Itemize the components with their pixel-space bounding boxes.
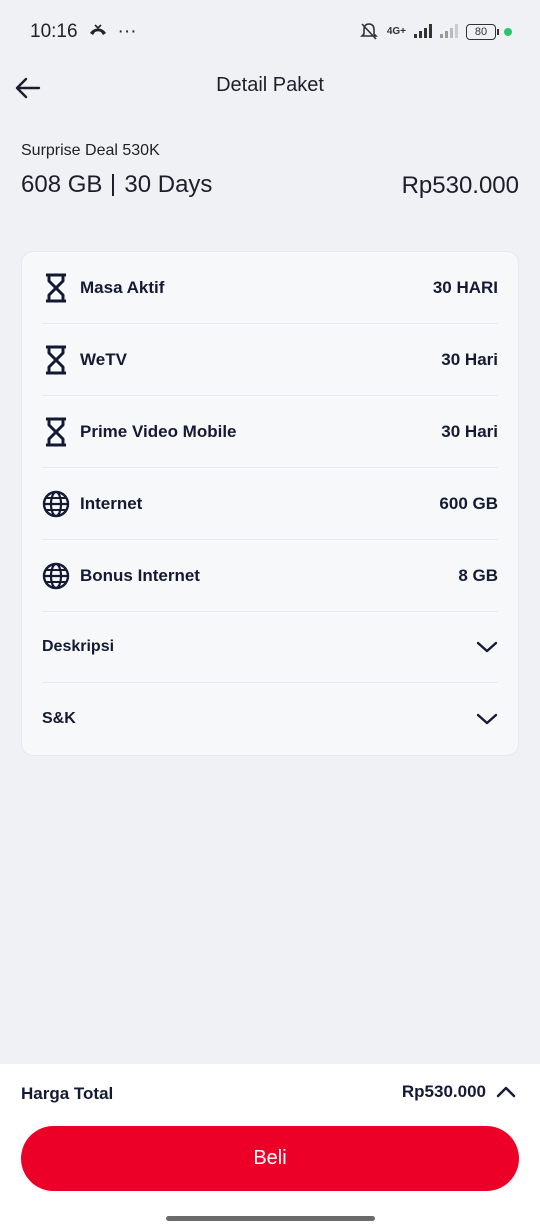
hourglass-icon bbox=[42, 273, 70, 302]
globe-icon bbox=[42, 562, 70, 590]
privacy-indicator-icon bbox=[504, 28, 512, 36]
buy-button[interactable]: Beli bbox=[21, 1126, 519, 1191]
status-left: 10:16 ··· bbox=[30, 21, 137, 43]
package-detail-card: Masa Aktif 30 HARI WeTV 30 Hari Prime Vi… bbox=[21, 251, 519, 756]
signal-icon bbox=[414, 23, 432, 41]
detail-value: 8 GB bbox=[458, 565, 498, 585]
detail-value: 30 HARI bbox=[432, 277, 498, 297]
section-label: S&K bbox=[42, 709, 76, 727]
app-bar: Detail Paket bbox=[0, 64, 540, 110]
battery-icon: 80 bbox=[466, 24, 499, 40]
status-bar: 10:16 ··· 4G+ 80 bbox=[0, 0, 540, 64]
package-duration: 30 Days bbox=[124, 171, 213, 198]
checkout-panel: Harga Total Rp530.000 Beli bbox=[0, 1064, 540, 1230]
signal-weak-icon bbox=[440, 23, 458, 41]
detail-value: 30 Hari bbox=[441, 421, 498, 441]
status-right: 4G+ 80 bbox=[359, 21, 512, 44]
package-spec: 608 GB 30 Days bbox=[21, 171, 212, 199]
sk-toggle[interactable]: S&K bbox=[42, 683, 498, 754]
hourglass-icon bbox=[42, 417, 70, 446]
section-label: Deskripsi bbox=[42, 638, 115, 655]
hourglass-icon bbox=[42, 345, 70, 374]
detail-row-internet: Internet 600 GB bbox=[42, 468, 498, 540]
package-quota: 608 GB bbox=[21, 171, 103, 198]
detail-label: Prime Video Mobile bbox=[80, 421, 237, 441]
chevron-up-icon bbox=[496, 1086, 516, 1098]
total-value: Rp530.000 bbox=[401, 1082, 486, 1101]
battery-level: 80 bbox=[474, 26, 488, 38]
spec-divider bbox=[112, 174, 115, 196]
globe-icon bbox=[42, 490, 70, 518]
status-more-icon: ··· bbox=[117, 21, 137, 42]
detail-label: Masa Aktif bbox=[80, 277, 165, 297]
mute-bell-icon bbox=[359, 21, 379, 44]
package-price: Rp530.000 bbox=[401, 172, 519, 199]
network-type: 4G+ bbox=[386, 26, 406, 37]
chevron-down-icon bbox=[476, 641, 498, 653]
chevron-down-icon bbox=[476, 713, 498, 724]
detail-label: WeTV bbox=[80, 349, 127, 369]
total-label: Harga Total bbox=[21, 1084, 114, 1103]
detail-row-wetv: WeTV 30 Hari bbox=[42, 324, 498, 396]
deskripsi-toggle[interactable]: Deskripsi bbox=[42, 612, 498, 683]
status-time: 10:16 bbox=[30, 21, 78, 42]
package-name: Surprise Deal 530K bbox=[21, 142, 160, 159]
total-price-toggle[interactable]: Rp530.000 bbox=[402, 1082, 516, 1102]
missed-call-icon bbox=[88, 21, 108, 43]
detail-value: 600 GB bbox=[439, 493, 498, 513]
detail-row-prime-video: Prime Video Mobile 30 Hari bbox=[42, 396, 498, 468]
detail-row-bonus-internet: Bonus Internet 8 GB bbox=[42, 540, 498, 612]
detail-value: 30 Hari bbox=[441, 349, 498, 369]
page-title: Detail Paket bbox=[216, 74, 324, 96]
detail-label: Internet bbox=[80, 493, 143, 513]
detail-row-masa-aktif: Masa Aktif 30 HARI bbox=[42, 252, 498, 324]
home-indicator[interactable] bbox=[166, 1216, 375, 1221]
detail-label: Bonus Internet bbox=[80, 565, 200, 585]
